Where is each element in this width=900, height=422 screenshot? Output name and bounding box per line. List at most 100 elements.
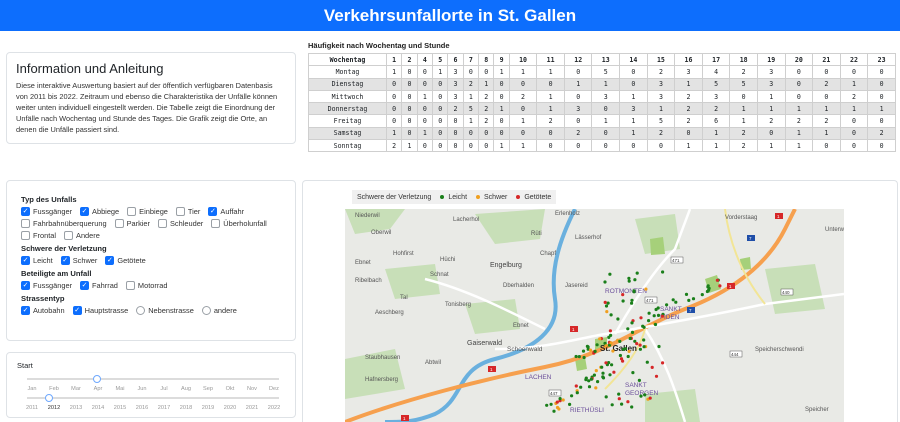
accident-marker[interactable]: [603, 280, 607, 284]
accident-marker[interactable]: [575, 391, 579, 395]
accident-marker[interactable]: [609, 313, 613, 317]
accident-marker[interactable]: [582, 355, 586, 360]
filter-checkbox[interactable]: ✓: [21, 281, 30, 290]
filter-option-strasse[interactable]: ✓ Hauptstrasse: [72, 306, 128, 315]
legend-getoetete[interactable]: Getötete: [524, 194, 551, 201]
accident-marker[interactable]: [635, 271, 639, 275]
accident-marker[interactable]: [587, 379, 591, 383]
filter-option-beteiligte[interactable]: Motorrad: [125, 281, 168, 290]
accident-marker[interactable]: [616, 317, 620, 321]
filter-checkbox[interactable]: [114, 219, 124, 228]
filter-checkbox[interactable]: ✓: [21, 256, 30, 265]
filter-checkbox[interactable]: [21, 219, 30, 228]
accident-marker[interactable]: [594, 369, 598, 373]
accident-marker[interactable]: [593, 349, 597, 353]
accident-marker[interactable]: [665, 303, 669, 307]
accident-marker[interactable]: [684, 292, 689, 296]
accident-marker[interactable]: [626, 354, 630, 359]
accident-marker[interactable]: [650, 365, 654, 369]
accident-marker[interactable]: [639, 394, 643, 398]
accident-marker[interactable]: [606, 301, 610, 305]
accident-marker[interactable]: [652, 314, 656, 318]
filter-option-typ[interactable]: Tier: [175, 207, 200, 216]
accident-marker[interactable]: [545, 403, 549, 407]
accident-marker[interactable]: [638, 347, 642, 351]
accident-marker[interactable]: [558, 397, 562, 401]
accident-marker[interactable]: [645, 360, 649, 364]
accident-marker[interactable]: [644, 287, 648, 291]
year-slider-track[interactable]: [27, 397, 279, 399]
accident-marker[interactable]: [617, 392, 621, 396]
accident-marker[interactable]: [570, 394, 574, 398]
accident-marker[interactable]: [654, 374, 659, 378]
filter-checkbox[interactable]: [157, 219, 167, 228]
accident-marker[interactable]: [618, 353, 622, 358]
accident-marker[interactable]: [596, 380, 600, 384]
accident-marker[interactable]: [581, 349, 586, 353]
accident-marker[interactable]: [595, 343, 599, 347]
filter-option-typ[interactable]: Überholunfall: [211, 219, 267, 228]
accident-marker[interactable]: [642, 325, 646, 329]
filter-option-strasse[interactable]: andere: [201, 306, 237, 315]
accident-marker[interactable]: [687, 298, 691, 302]
accident-marker[interactable]: [604, 395, 608, 399]
accident-marker[interactable]: [621, 359, 625, 363]
year-slider-thumb[interactable]: [45, 394, 53, 402]
filter-option-typ[interactable]: ✓ Fussgänger: [21, 207, 72, 216]
accident-marker[interactable]: [630, 405, 634, 409]
filter-checkbox[interactable]: ✓: [21, 207, 30, 216]
filter-checkbox[interactable]: [211, 219, 221, 228]
filter-option-schwere[interactable]: ✓ Schwer: [60, 256, 97, 265]
accident-marker[interactable]: [630, 321, 634, 325]
accident-marker[interactable]: [592, 373, 596, 377]
filter-checkbox[interactable]: ✓: [60, 256, 70, 265]
month-slider-track[interactable]: [27, 378, 279, 380]
accident-marker[interactable]: [577, 355, 581, 359]
filter-checkbox[interactable]: [175, 207, 185, 216]
filter-option-typ[interactable]: Einbiege: [127, 207, 168, 216]
accident-marker[interactable]: [637, 378, 641, 382]
filter-option-strasse[interactable]: Nebenstrasse: [136, 306, 194, 315]
filter-checkbox[interactable]: ✓: [21, 306, 30, 315]
accident-marker[interactable]: [549, 402, 553, 406]
filter-checkbox[interactable]: ✓: [105, 256, 115, 265]
accident-marker[interactable]: [660, 314, 664, 318]
filter-checkbox[interactable]: ✓: [80, 281, 90, 290]
accident-marker[interactable]: [608, 272, 612, 276]
filter-checkbox[interactable]: ✓: [208, 207, 218, 216]
filter-option-typ[interactable]: Parkier: [114, 219, 150, 228]
accident-marker[interactable]: [631, 371, 635, 375]
filter-option-typ[interactable]: ✓ Auffahr: [208, 207, 244, 216]
month-slider-thumb[interactable]: [93, 375, 101, 383]
accident-marker[interactable]: [627, 276, 631, 280]
accident-marker[interactable]: [630, 330, 635, 334]
accident-marker[interactable]: [552, 409, 556, 413]
accident-marker[interactable]: [647, 319, 651, 323]
accident-marker[interactable]: [718, 284, 722, 288]
filter-checkbox[interactable]: ✓: [80, 207, 90, 216]
accident-marker[interactable]: [635, 342, 639, 346]
accident-marker[interactable]: [603, 300, 607, 304]
accident-marker[interactable]: [661, 361, 665, 365]
accident-marker[interactable]: [642, 345, 646, 349]
filter-checkbox[interactable]: [125, 281, 135, 290]
filter-option-strasse[interactable]: ✓ Autobahn: [21, 306, 65, 315]
accident-marker[interactable]: [611, 349, 615, 353]
accident-marker[interactable]: [612, 370, 616, 374]
accident-marker[interactable]: [610, 403, 614, 407]
accident-marker[interactable]: [626, 327, 630, 331]
filter-checkbox[interactable]: [64, 231, 74, 240]
accident-marker[interactable]: [633, 278, 637, 282]
accident-marker[interactable]: [707, 288, 711, 292]
accident-marker[interactable]: [604, 361, 608, 365]
map-canvas[interactable]: Niederwil Lacherhol Oberwil Rüti Erlenho…: [345, 209, 844, 422]
accident-marker[interactable]: [617, 397, 621, 401]
accident-marker[interactable]: [626, 400, 630, 404]
accident-marker[interactable]: [654, 307, 658, 312]
filter-radio[interactable]: [136, 306, 146, 315]
filter-option-typ[interactable]: Andere: [64, 231, 100, 240]
accident-marker[interactable]: [594, 386, 598, 390]
filter-option-typ[interactable]: Schleuder: [157, 219, 203, 228]
accident-marker[interactable]: [639, 316, 643, 320]
filter-option-typ[interactable]: Frontal: [21, 231, 56, 240]
